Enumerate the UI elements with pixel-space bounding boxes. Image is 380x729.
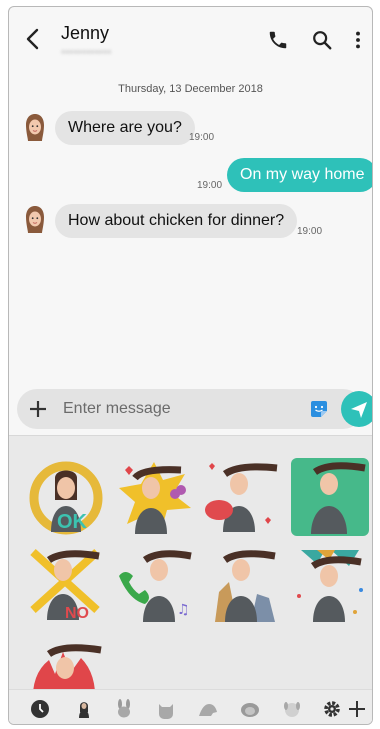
add-icon[interactable] [346, 698, 368, 720]
contact-number-blurred: •••••••••••• [61, 45, 112, 59]
message-bubble-incoming[interactable]: Where are you? [55, 111, 195, 145]
back-arrow-icon[interactable] [23, 27, 43, 51]
cat-icon[interactable] [155, 698, 177, 720]
svg-text:OK: OK [57, 511, 88, 533]
sticker-category-tabs [9, 689, 372, 724]
message-bubble-incoming[interactable]: How about chicken for dinner? [55, 204, 298, 238]
message-composer [17, 389, 372, 429]
svg-text:NO: NO [65, 605, 89, 622]
chat-header: Jenny •••••••••••• [9, 7, 372, 71]
message-time: 19:00 [297, 226, 323, 237]
bird-icon[interactable] [197, 698, 219, 720]
send-icon [351, 402, 367, 418]
phone-icon[interactable] [267, 29, 289, 51]
message-time: 19:00 [197, 180, 223, 191]
avatar-sticker-ok[interactable]: OK [27, 458, 105, 536]
message-input[interactable] [63, 397, 293, 421]
settings-icon[interactable] [321, 698, 343, 720]
bunny-icon[interactable] [113, 698, 135, 720]
avatar-sticker-green-selected[interactable] [291, 458, 369, 536]
date-separator: Thursday, 13 December 2018 [118, 83, 263, 95]
svg-text:♫: ♫ [177, 602, 190, 618]
hedgehog-icon[interactable] [239, 698, 261, 720]
phone-screen: Jenny •••••••••••• Thursday, 13 December… [8, 6, 373, 725]
avatar-sticker-no[interactable]: NO [27, 546, 105, 624]
avatar-sticker-phone[interactable]: ♫ [115, 546, 193, 624]
dog-icon[interactable] [281, 698, 303, 720]
contact-avatar[interactable] [23, 113, 47, 143]
sticker-icon[interactable] [309, 399, 329, 419]
attach-plus-icon[interactable] [27, 398, 49, 420]
message-bubble-outgoing[interactable]: On my way home [227, 158, 372, 192]
avatar-icon[interactable] [73, 698, 95, 720]
recent-icon[interactable] [29, 698, 51, 720]
avatar-sticker-kiss[interactable] [203, 458, 281, 536]
more-vertical-icon[interactable] [347, 29, 369, 51]
avatar-sticker-shadows[interactable] [203, 546, 281, 624]
message-time: 19:00 [189, 132, 215, 143]
avatar-sticker-hearts[interactable] [115, 458, 193, 536]
contact-avatar[interactable] [23, 205, 47, 235]
contact-name: Jenny [61, 23, 110, 43]
sticker-panel: OK NO ♫ [9, 435, 372, 724]
send-button[interactable] [341, 391, 372, 427]
avatar-sticker-party[interactable] [291, 546, 369, 624]
search-icon[interactable] [311, 29, 333, 51]
